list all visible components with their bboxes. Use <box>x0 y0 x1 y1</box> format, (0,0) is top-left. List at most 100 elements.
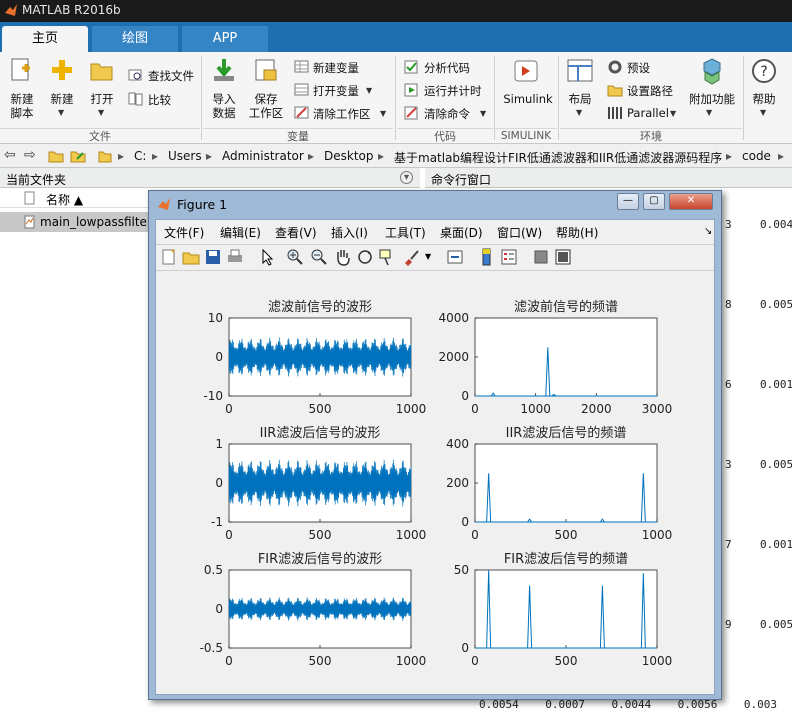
zoom-in-icon[interactable] <box>286 248 304 266</box>
up-folder-icon[interactable] <box>48 148 64 163</box>
data-cursor-icon[interactable] <box>378 248 396 266</box>
parallel-dropdown-icon[interactable]: ▼ <box>670 109 676 118</box>
open-dropdown-icon[interactable]: ▼ <box>98 108 104 117</box>
preferences-button[interactable]: 预设 <box>627 60 650 76</box>
axes-box <box>474 443 658 523</box>
breadcrumb-item[interactable]: C: <box>134 149 146 163</box>
pane-actions-icon[interactable]: ▾ <box>400 171 413 184</box>
figure-menu-insert[interactable]: 插入(I) <box>331 224 368 241</box>
address-bar: ⇦ ⇨ ▸ C: ▸ Users ▸ Administrator ▸ Deskt… <box>0 144 792 168</box>
clear-commands-button[interactable]: 清除命令 <box>424 106 470 122</box>
figure-menu-file[interactable]: 文件(F) <box>164 224 204 241</box>
colorbar-icon[interactable] <box>478 248 496 266</box>
cmd-value: 9 <box>725 618 732 631</box>
breadcrumb-item[interactable]: Desktop <box>324 149 374 163</box>
new-figure-icon[interactable] <box>160 248 178 266</box>
new-dropdown-icon[interactable]: ▼ <box>58 108 64 117</box>
tab-apps[interactable]: APP <box>182 26 268 52</box>
breadcrumb-separator: ▸ <box>206 149 213 163</box>
back-arrow-icon[interactable]: ⇦ <box>4 147 16 163</box>
y-tick-label: 0 <box>461 641 469 655</box>
set-path-button[interactable]: 设置路径 <box>627 83 673 99</box>
x-tick-label: 2000 <box>581 402 612 416</box>
breadcrumb-item[interactable]: code <box>742 149 771 163</box>
help-dropdown-icon[interactable]: ▼ <box>760 108 766 117</box>
open-file-icon[interactable] <box>182 248 200 266</box>
browse-folder-icon[interactable] <box>70 148 86 163</box>
save-workspace-icon <box>255 59 277 81</box>
simulink-icon <box>514 60 538 82</box>
figure-menu-window[interactable]: 窗口(W) <box>497 224 542 241</box>
tab-home[interactable]: 主页 <box>2 26 88 52</box>
file-list-item[interactable]: main_lowpassfilter <box>0 212 152 232</box>
group-label-environment: 环境 <box>560 128 742 144</box>
new-script-label: 新建 脚本 <box>10 92 34 120</box>
add-ons-dropdown-icon[interactable]: ▼ <box>706 108 712 117</box>
tab-plots[interactable]: 绘图 <box>92 26 178 52</box>
group-label-variable: 变量 <box>203 128 393 144</box>
figure-menu-help[interactable]: 帮助(H) <box>556 224 598 241</box>
brush-dropdown-icon[interactable]: ▼ <box>425 252 431 261</box>
x-tick-label: 500 <box>555 654 578 668</box>
new-variable-button[interactable]: 新建变量 <box>313 60 359 76</box>
zoom-out-icon[interactable] <box>310 248 328 266</box>
add-ons-button[interactable] <box>697 56 727 89</box>
breadcrumb-separator: ▸ <box>118 149 125 163</box>
close-button[interactable]: ✕ <box>669 193 713 210</box>
y-tick-label: 0 <box>215 476 223 490</box>
layout-label: 布局 <box>568 92 592 106</box>
add-ons-label: 附加功能 <box>689 92 735 106</box>
show-plot-tools-icon[interactable] <box>554 248 572 266</box>
layout-dropdown-icon[interactable]: ▼ <box>576 108 582 117</box>
x-tick-label: 500 <box>309 654 332 668</box>
chart-title: FIR滤波后信号的波形 <box>258 551 382 567</box>
dock-arrow-icon[interactable]: ↘ <box>704 226 712 237</box>
link-plot-icon[interactable] <box>446 248 464 266</box>
figure-menu-desktop[interactable]: 桌面(D) <box>440 224 483 241</box>
new-script-button[interactable] <box>6 56 38 87</box>
run-and-time-button[interactable]: 运行并计时 <box>424 83 482 99</box>
minimize-button[interactable]: — <box>617 193 639 210</box>
clear-workspace-button[interactable]: 清除工作区 <box>313 106 371 122</box>
breadcrumb-item[interactable]: Administrator <box>222 149 304 163</box>
app-titlebar: MATLAB R2016b <box>0 0 792 22</box>
chart-title: FIR滤波后信号的频谱 <box>504 551 628 567</box>
legend-icon[interactable] <box>500 248 518 266</box>
open-variable-dropdown-icon[interactable]: ▼ <box>366 86 372 95</box>
hide-plot-tools-icon[interactable] <box>532 248 550 266</box>
brush-icon[interactable] <box>402 248 420 266</box>
clear-commands-dropdown-icon[interactable]: ▼ <box>480 109 486 118</box>
help-button[interactable]: ? <box>751 58 777 87</box>
layout-button[interactable] <box>566 58 594 87</box>
print-icon[interactable] <box>226 248 244 266</box>
x-tick-label: 1000 <box>396 528 427 542</box>
figure-menu-edit[interactable]: 编辑(E) <box>220 224 261 241</box>
pointer-icon[interactable] <box>258 248 276 266</box>
breadcrumb-item[interactable]: Users <box>168 149 202 163</box>
pan-hand-icon[interactable] <box>334 248 352 266</box>
file-type-column-icon <box>24 191 35 205</box>
analyze-code-button[interactable]: 分析代码 <box>424 60 470 76</box>
new-button[interactable] <box>48 56 80 87</box>
y-tick-label: 0 <box>215 602 223 616</box>
group-separator <box>395 56 396 140</box>
name-column-header[interactable]: 名称 ▲ <box>46 191 83 208</box>
save-icon[interactable] <box>204 248 222 266</box>
clear-workspace-dropdown-icon[interactable]: ▼ <box>380 109 386 118</box>
rotate-3d-icon[interactable] <box>356 248 374 266</box>
breadcrumb-item[interactable]: 基于matlab编程设计FIR低通滤波器和IIR低通滤波器源码程序 <box>394 149 722 166</box>
figure-menu-tools[interactable]: 工具(T) <box>385 224 426 241</box>
import-data-button[interactable] <box>210 56 238 87</box>
simulink-button[interactable] <box>512 58 540 87</box>
axes-box <box>474 317 658 397</box>
axes-box <box>474 569 658 649</box>
forward-arrow-icon[interactable]: ⇨ <box>24 147 36 163</box>
cmd-value: 0.001 <box>760 538 792 551</box>
parallel-button[interactable]: Parallel <box>627 106 669 120</box>
maximize-button[interactable]: ▢ <box>643 193 665 210</box>
open-button[interactable] <box>88 58 116 87</box>
figure-menu-view[interactable]: 查看(V) <box>275 224 317 241</box>
save-workspace-button[interactable] <box>252 56 280 87</box>
figure-logo-icon <box>158 198 170 210</box>
open-variable-button[interactable]: 打开变量 <box>313 83 359 99</box>
